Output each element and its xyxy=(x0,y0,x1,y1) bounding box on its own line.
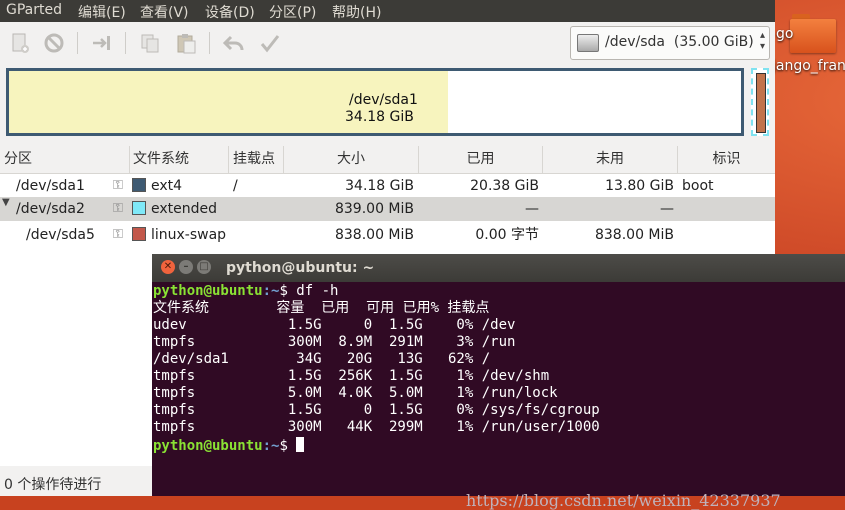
cell-flags: boot xyxy=(682,178,714,194)
column-header-unused[interactable]: 未用 xyxy=(543,146,678,173)
menu-view[interactable]: 查看(V) xyxy=(140,2,189,22)
prompt-colon-path: :~ xyxy=(262,283,280,299)
new-icon[interactable] xyxy=(9,32,31,54)
column-header-used[interactable]: 已用 xyxy=(419,146,543,173)
terminal-line: tmpfs 1.5G 0 1.5G 0% /sys/fs/cgroup xyxy=(153,402,600,418)
cell-mountpoint: / xyxy=(233,178,238,194)
terminal-titlebar[interactable]: ✕ – □ python@ubuntu: ~ xyxy=(152,254,845,282)
cell-unused: — xyxy=(660,201,674,217)
cell-filesystem: linux-swap xyxy=(151,227,227,243)
text-cursor xyxy=(296,437,305,452)
desktop-folder-label-partial: go xyxy=(776,26,794,42)
fs-color-swatch xyxy=(132,227,146,241)
desktop-folder-label[interactable]: jango_fran xyxy=(772,58,845,74)
partition-block-size: 34.18 GiB xyxy=(345,109,414,125)
menu-help[interactable]: 帮助(H) xyxy=(332,2,381,22)
partition-block-name: /dev/sda1 xyxy=(349,92,418,108)
fs-color-swatch xyxy=(132,201,146,215)
cell-unused: 13.80 GiB xyxy=(605,178,674,194)
cell-filesystem: extended xyxy=(151,201,218,217)
terminal-prompt-line: python@ubuntu:~$ df -h xyxy=(153,283,338,300)
column-header-size[interactable]: 大小 xyxy=(284,146,419,173)
watermark-url: https://blog.csdn.net/weixin_42337937 xyxy=(466,491,781,510)
prompt-symbol: $ xyxy=(279,438,288,454)
paste-icon[interactable] xyxy=(175,32,197,54)
terminal-line: tmpfs 300M 44K 299M 1% /run/user/1000 xyxy=(153,419,600,435)
column-header-flags[interactable]: 标识 xyxy=(678,146,775,173)
copy-icon[interactable] xyxy=(139,32,161,54)
column-header-mountpoint[interactable]: 挂载点 xyxy=(229,146,284,173)
maximize-icon[interactable]: □ xyxy=(197,260,211,274)
cell-unused: 838.00 MiB xyxy=(594,227,674,243)
menubar: GParted 编辑(E) 查看(V) 设备(D) 分区(P) 帮助(H) xyxy=(0,0,775,22)
toolbar-separator xyxy=(209,32,210,54)
prompt-user: python@ubuntu xyxy=(153,438,263,454)
prompt-path: :~ xyxy=(262,438,280,454)
terminal-command: df -h xyxy=(287,283,339,299)
column-header-partition[interactable]: 分区 xyxy=(0,146,130,173)
cell-used: 20.38 GiB xyxy=(470,178,539,194)
cell-partition: /dev/sda5 xyxy=(26,227,95,243)
device-size: (35.00 GiB) xyxy=(673,34,754,50)
terminal-line: tmpfs 300M 8.9M 291M 3% /run xyxy=(153,334,516,350)
cell-size: 34.18 GiB xyxy=(345,178,414,194)
table-row[interactable]: /dev/sda5 ⚿ linux-swap 838.00 MiB 0.00 字… xyxy=(0,223,775,247)
table-row[interactable]: /dev/sda1 ⚿ ext4 / 34.18 GiB 20.38 GiB 1… xyxy=(0,174,775,198)
resize-move-icon[interactable] xyxy=(91,32,113,54)
folder-icon[interactable] xyxy=(790,12,838,54)
app-name: GParted xyxy=(6,2,62,18)
terminal-title: python@ubuntu: ~ xyxy=(226,260,375,276)
collapse-arrow-icon[interactable]: ▼ xyxy=(2,197,10,208)
partition-block-sda1[interactable]: /dev/sda1 34.18 GiB xyxy=(6,68,744,136)
delete-icon[interactable] xyxy=(43,32,65,54)
terminal-line: tmpfs 1.5G 256K 1.5G 1% /dev/shm xyxy=(153,368,550,384)
partition-block-swap[interactable] xyxy=(756,73,766,133)
fs-color-swatch xyxy=(132,178,146,192)
partition-block-extended[interactable] xyxy=(751,68,769,136)
terminal-line: udev 1.5G 0 1.5G 0% /dev xyxy=(153,317,516,333)
spin-arrows-icon: ▴ ▾ xyxy=(759,30,765,52)
cell-used: 0.00 字节 xyxy=(475,227,539,243)
cell-partition: /dev/sda1 xyxy=(16,178,85,194)
device-selector[interactable]: /dev/sda (35.00 GiB) ▴ ▾ xyxy=(570,26,770,60)
prompt-user: python@ubuntu xyxy=(153,283,263,299)
menu-device[interactable]: 设备(D) xyxy=(205,2,255,22)
device-selector-text: /dev/sda (35.00 GiB) xyxy=(605,34,754,50)
pending-operations-status: 0 个操作待进行 xyxy=(4,477,102,493)
menu-partition[interactable]: 分区(P) xyxy=(269,2,316,22)
prompt-symbol: $ xyxy=(279,283,288,299)
terminal-output[interactable]: python@ubuntu:~$ df -h 文件系统 容量 已用 可用 已用%… xyxy=(153,282,843,509)
key-icon: ⚿ xyxy=(113,227,123,242)
device-path: /dev/sda xyxy=(605,34,665,50)
disk-graphic: /dev/sda1 34.18 GiB xyxy=(0,64,775,144)
cell-used: — xyxy=(525,201,539,217)
column-header-filesystem[interactable]: 文件系统 xyxy=(130,146,229,173)
table-row[interactable]: ▼ /dev/sda2 ⚿ extended 839.00 MiB — — xyxy=(0,197,775,221)
key-icon: ⚿ xyxy=(113,178,123,193)
toolbar-separator xyxy=(77,32,78,54)
cell-size: 839.00 MiB xyxy=(334,201,414,217)
terminal-line: tmpfs 5.0M 4.0K 5.0M 1% /run/lock xyxy=(153,385,558,401)
harddisk-icon xyxy=(577,34,599,52)
menu-edit[interactable]: 编辑(E) xyxy=(78,2,126,22)
terminal-line: /dev/sda1 34G 20G 13G 62% / xyxy=(153,351,491,367)
undo-icon[interactable] xyxy=(222,32,245,54)
minimize-icon[interactable]: – xyxy=(179,260,193,274)
cell-partition: /dev/sda2 xyxy=(16,201,85,217)
terminal-window: ✕ – □ python@ubuntu: ~ python@ubuntu:~$ … xyxy=(152,254,845,509)
cell-filesystem: ext4 xyxy=(151,178,183,194)
cell-size: 838.00 MiB xyxy=(334,227,414,243)
toolbar-separator xyxy=(125,32,126,54)
key-icon: ⚿ xyxy=(113,201,123,216)
close-icon[interactable]: ✕ xyxy=(161,260,175,274)
partition-block-label: /dev/sda1 34.18 GiB xyxy=(345,92,418,126)
table-header: 分区 文件系统 挂载点 大小 已用 未用 标识 xyxy=(0,146,775,174)
terminal-prompt-line: python@ubuntu:~$ xyxy=(153,437,305,454)
terminal-line: 文件系统 容量 已用 可用 已用% 挂载点 xyxy=(153,300,490,316)
apply-icon[interactable] xyxy=(259,32,281,54)
